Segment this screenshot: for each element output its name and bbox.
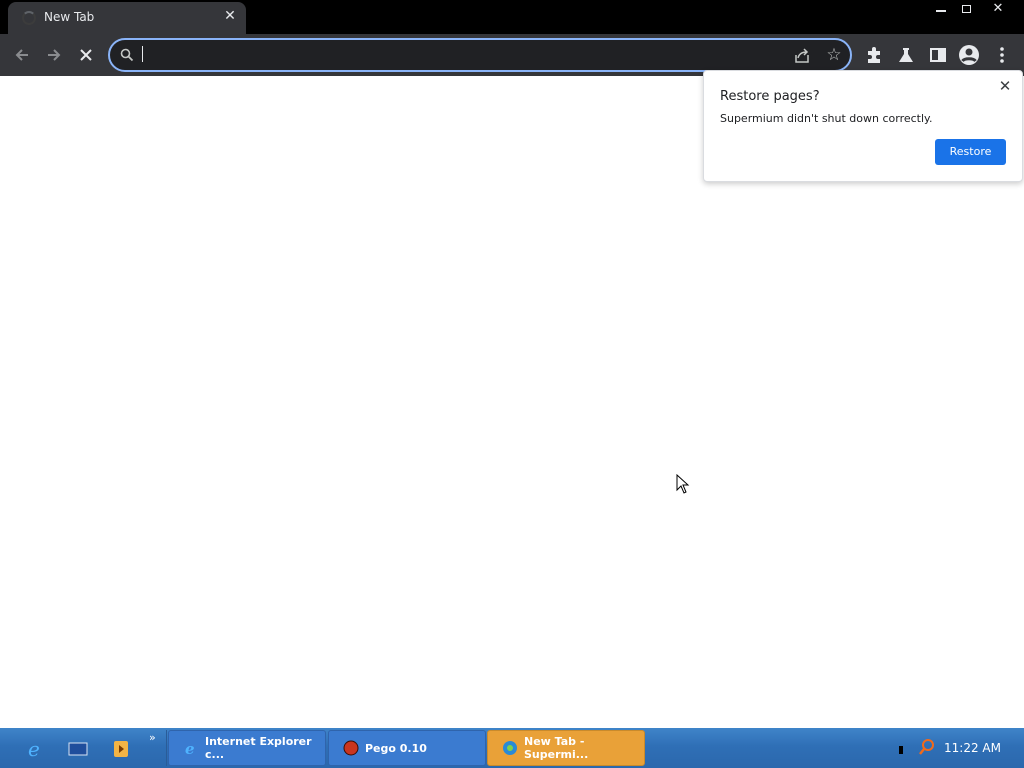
restore-window-button[interactable] bbox=[951, 0, 981, 20]
labs-flask-icon[interactable] bbox=[894, 43, 918, 67]
title-bar: New Tab ✕ ✕ bbox=[0, 0, 1024, 34]
supermium-icon bbox=[503, 741, 517, 755]
dialog-close-icon[interactable]: ✕ bbox=[996, 77, 1014, 95]
taskbar: e » e Internet Explorer c... Pego 0.10 N… bbox=[0, 728, 1024, 768]
stop-loading-button[interactable] bbox=[73, 42, 99, 68]
forward-button[interactable] bbox=[41, 42, 67, 68]
forward-arrow-icon bbox=[48, 49, 61, 61]
back-arrow-icon bbox=[15, 49, 28, 61]
back-button[interactable] bbox=[9, 42, 35, 68]
taskbar-separator bbox=[166, 730, 167, 766]
svg-text:e: e bbox=[28, 738, 40, 760]
tab-title: New Tab bbox=[44, 10, 95, 24]
taskbar-item-label: Internet Explorer c... bbox=[205, 735, 312, 761]
svg-text:e: e bbox=[185, 740, 195, 756]
tab-close-icon[interactable]: ✕ bbox=[222, 8, 238, 24]
media-player-icon[interactable] bbox=[110, 738, 132, 760]
extensions-puzzle-icon[interactable] bbox=[862, 43, 886, 67]
profile-avatar-icon[interactable] bbox=[957, 43, 981, 67]
close-window-button[interactable]: ✕ bbox=[983, 0, 1013, 20]
share-icon[interactable] bbox=[792, 46, 812, 66]
dialog-title: Restore pages? bbox=[720, 89, 820, 104]
quick-launch-more-icon[interactable]: » bbox=[149, 731, 156, 744]
menu-kebab-icon[interactable] bbox=[990, 43, 1014, 67]
taskbar-item-label: New Tab - Supermi... bbox=[524, 735, 589, 761]
show-desktop-icon[interactable] bbox=[67, 738, 89, 760]
text-caret bbox=[142, 46, 143, 62]
mouse-pointer-icon bbox=[676, 474, 690, 494]
tray-search-icon[interactable] bbox=[918, 738, 936, 756]
pego-icon bbox=[343, 740, 359, 756]
restore-pages-dialog: Restore pages? Supermium didn't shut dow… bbox=[703, 70, 1023, 182]
dialog-message: Supermium didn't shut down correctly. bbox=[720, 112, 933, 125]
internet-explorer-icon[interactable]: e bbox=[24, 738, 46, 760]
bookmark-star-icon[interactable]: ☆ bbox=[824, 45, 844, 65]
tab-new-tab[interactable]: New Tab ✕ bbox=[8, 2, 246, 34]
taskbar-item-internet-explorer[interactable]: e Internet Explorer c... bbox=[168, 730, 326, 766]
taskbar-item-supermium[interactable]: New Tab - Supermi... bbox=[487, 730, 645, 766]
side-panel-icon[interactable] bbox=[926, 43, 950, 67]
restore-button[interactable]: Restore bbox=[935, 139, 1006, 165]
stop-x-icon bbox=[80, 49, 92, 61]
taskbar-item-pego[interactable]: Pego 0.10 bbox=[328, 730, 486, 766]
loading-spinner-icon bbox=[22, 11, 36, 25]
internet-explorer-icon: e bbox=[185, 740, 195, 756]
system-clock: 11:22 AM bbox=[944, 741, 1001, 755]
address-input[interactable] bbox=[144, 44, 784, 66]
taskbar-item-label: Pego 0.10 bbox=[365, 741, 427, 755]
search-icon bbox=[120, 48, 134, 62]
tray-indicator-icon bbox=[899, 746, 903, 754]
address-bar[interactable]: ☆ bbox=[108, 38, 852, 72]
